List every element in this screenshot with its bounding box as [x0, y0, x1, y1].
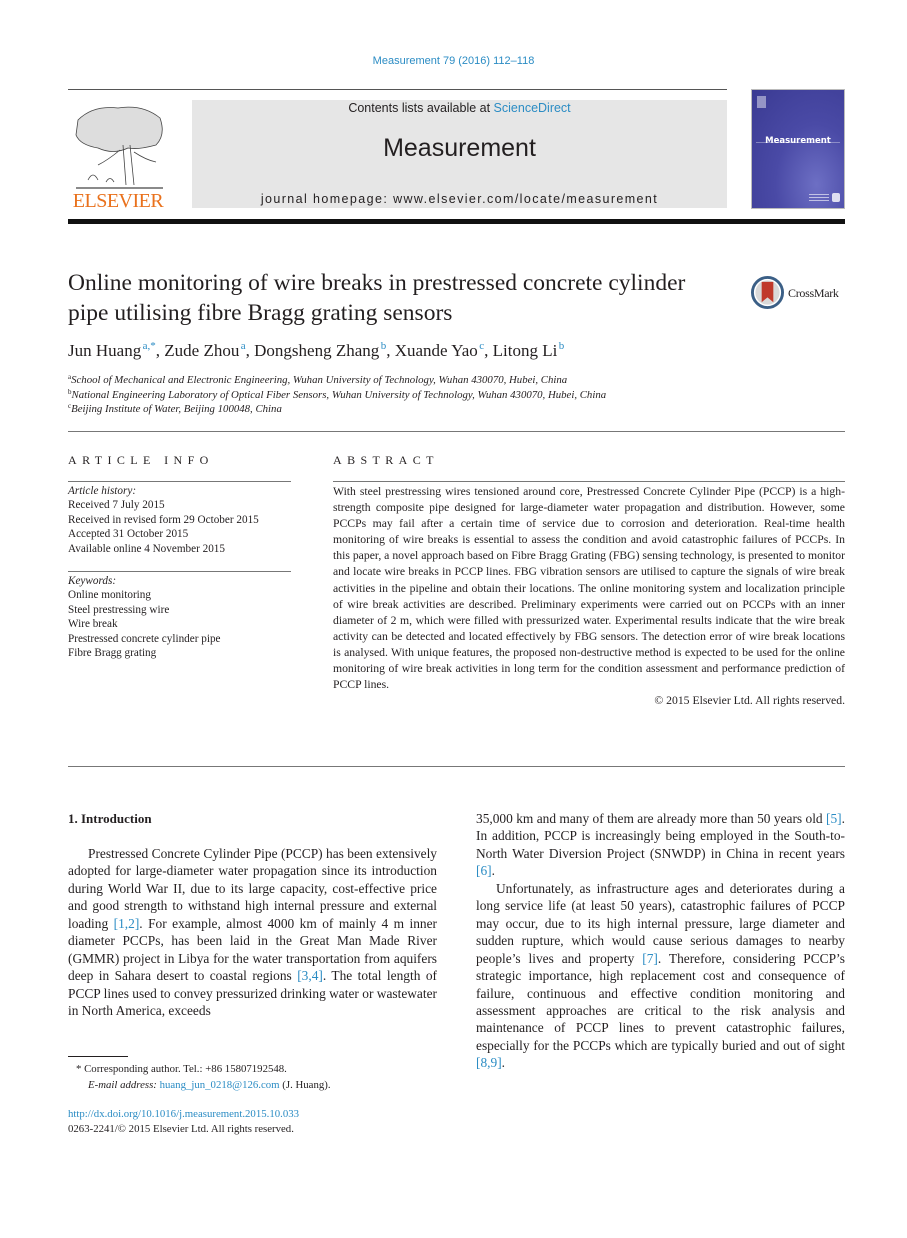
affiliation-c: cBeijing Institute of Water, Beijing 100…: [68, 402, 282, 415]
affiliation-a: aSchool of Mechanical and Electronic Eng…: [68, 373, 567, 386]
article-title: Online monitoring of wire breaks in pres…: [68, 270, 686, 326]
keywords: Keywords: Online monitoring Steel prestr…: [68, 574, 221, 660]
email-link[interactable]: huang_jun_0218@126.com: [160, 1079, 280, 1091]
paragraph: Prestressed Concrete Cylinder Pipe (PCCP…: [68, 845, 437, 1020]
paragraph: Unfortunately, as infrastructure ages an…: [476, 880, 845, 1072]
crossmark-label: CrossMark: [788, 286, 839, 300]
footnote: * Corresponding author. Tel.: +86 158071…: [68, 1061, 331, 1093]
citation-link[interactable]: [6]: [476, 863, 492, 878]
history-item: Accepted 31 October 2015: [68, 528, 189, 541]
affiliation-text: School of Mechanical and Electronic Engi…: [71, 374, 568, 386]
author-name[interactable]: Zude Zhou: [164, 341, 239, 360]
citation-link[interactable]: [7]: [642, 951, 658, 966]
affiliation-text: Beijing Institute of Water, Beijing 1000…: [71, 403, 282, 415]
abstract-text: With steel prestressing wires tensioned …: [333, 485, 845, 692]
affiliation-text: National Engineering Laboratory of Optic…: [71, 389, 607, 401]
paragraph: 35,000 km and many of them are already m…: [476, 810, 845, 880]
author-name[interactable]: Dongsheng Zhang: [254, 341, 379, 360]
citation-link[interactable]: [3,4]: [297, 968, 323, 983]
keyword-item: Wire break: [68, 618, 118, 631]
cover-logo-icon: [757, 96, 766, 108]
sciencedirect-link[interactable]: ScienceDirect: [494, 101, 571, 115]
doi-link[interactable]: http://dx.doi.org/10.1016/j.measurement.…: [68, 1108, 299, 1120]
homepage-prefix: journal homepage:: [260, 192, 394, 206]
affiliation-b: bNational Engineering Laboratory of Opti…: [68, 388, 606, 401]
keyword-item: Online monitoring: [68, 589, 151, 602]
author-affiliation-link[interactable]: b: [381, 340, 387, 352]
author-affiliation-link[interactable]: b: [559, 340, 565, 352]
citation-link[interactable]: [5]: [826, 811, 842, 826]
article-history: Article history: Received 7 July 2015 Re…: [68, 484, 259, 556]
corresponding-text: Corresponding author. Tel.: +86 15807192…: [84, 1063, 287, 1075]
abstract-copyright: © 2015 Elsevier Ltd. All rights reserved…: [654, 694, 845, 708]
footnote-marker: *: [76, 1063, 82, 1075]
body-column-right: 35,000 km and many of them are already m…: [476, 810, 845, 1072]
author-name[interactable]: Jun Huang: [68, 341, 141, 360]
header-thick-rule: [68, 219, 845, 224]
keyword-item: Prestressed concrete cylinder pipe: [68, 632, 221, 645]
email-label: E-mail address:: [88, 1079, 160, 1091]
article-info-rule: [68, 481, 291, 482]
abstract-body: With steel prestressing wires tensioned …: [333, 484, 845, 709]
author-name[interactable]: Xuande Yao: [395, 341, 478, 360]
article-info-rule: [68, 571, 291, 572]
doi-block: http://dx.doi.org/10.1016/j.measurement.…: [68, 1107, 299, 1137]
author-name[interactable]: Litong Li: [493, 341, 558, 360]
introduction-heading: 1. Introduction: [68, 811, 152, 826]
author-affiliation-link[interactable]: a,*: [143, 340, 156, 352]
keywords-label: Keywords:: [68, 575, 117, 587]
cover-title: Measurement: [765, 136, 831, 146]
citation-link[interactable]: [1,2]: [114, 916, 140, 931]
abstract-heading: ABSTRACT: [333, 453, 439, 467]
abstract-rule: [333, 481, 845, 482]
body-column-left: Prestressed Concrete Cylinder Pipe (PCCP…: [68, 845, 437, 1020]
keyword-item: Steel prestressing wire: [68, 603, 170, 616]
cover-emblem-icon: [832, 193, 840, 202]
email-note: E-mail address: huang_jun_0218@126.com (…: [68, 1077, 331, 1093]
corresponding-author-note: * Corresponding author. Tel.: +86 158071…: [68, 1061, 331, 1077]
journal-reference[interactable]: Measurement 79 (2016) 112–118: [0, 55, 907, 67]
history-label: Article history:: [68, 485, 137, 497]
header-rule: [68, 89, 727, 90]
text: 35,000 km and many of them are already m…: [476, 811, 827, 826]
rights-line: 0263-2241/© 2015 Elsevier Ltd. All right…: [68, 1123, 294, 1135]
author-affiliation-link[interactable]: a: [241, 340, 246, 352]
author-affiliation-link[interactable]: c: [479, 340, 484, 352]
history-item: Available online 4 November 2015: [68, 542, 225, 555]
email-suffix: (J. Huang).: [279, 1079, 331, 1091]
cover-text-lines: [809, 194, 829, 201]
journal-name: Measurement: [383, 134, 536, 162]
homepage-url-link[interactable]: www.elsevier.com/locate/measurement: [393, 192, 658, 206]
text: .: [501, 1055, 506, 1071]
text: .: [491, 863, 495, 879]
history-item: Received 7 July 2015: [68, 499, 165, 512]
history-item: Received in revised form 29 October 2015: [68, 513, 259, 526]
footnote-rule: [68, 1056, 128, 1057]
contents-line: Contents lists available at ScienceDirec…: [192, 101, 727, 115]
author-list: Jun Huang a,*, Zude Zhou a, Dongsheng Zh…: [68, 340, 565, 360]
journal-homepage: journal homepage: www.elsevier.com/locat…: [192, 192, 727, 206]
elsevier-wordmark: ELSEVIER: [72, 190, 164, 212]
contents-prefix: Contents lists available at: [348, 101, 494, 115]
journal-banner: Contents lists available at ScienceDirec…: [192, 100, 727, 208]
article-info-heading: ARTICLE INFO: [68, 453, 214, 467]
crossmark-button[interactable]: CrossMark: [751, 276, 851, 310]
journal-cover-image[interactable]: Measurement: [751, 89, 845, 209]
crossmark-icon: [751, 276, 784, 309]
keyword-item: Fibre Bragg grating: [68, 647, 157, 660]
citation-link[interactable]: [8,9]: [476, 1055, 502, 1070]
section-divider: [68, 766, 845, 767]
section-divider: [68, 431, 845, 432]
